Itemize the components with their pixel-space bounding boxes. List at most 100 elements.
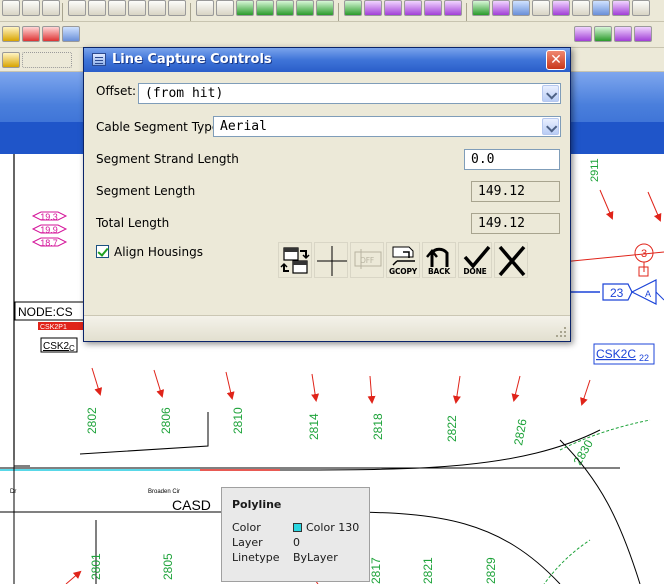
triangle-number: 23: [610, 286, 624, 300]
dialog-titlebar[interactable]: Line Capture Controls ✕: [84, 48, 570, 72]
row2-number: 2821: [421, 557, 435, 584]
toolbar-button[interactable]: [216, 0, 234, 16]
cable-segment-type-combo[interactable]: Aerial: [213, 116, 561, 137]
off-button-label: OFF: [360, 256, 374, 265]
crosshair-icon: [317, 246, 347, 276]
stack-value-1: 19.3: [40, 212, 58, 222]
toolbar-button[interactable]: [492, 0, 510, 16]
toolbar-button[interactable]: [512, 0, 530, 16]
row1-number: 2822: [445, 415, 459, 442]
toolbar-button[interactable]: [42, 26, 60, 42]
toolbar-button[interactable]: [196, 0, 214, 16]
swap-button[interactable]: [278, 242, 312, 278]
stack-value-2: 19.9: [40, 225, 58, 235]
toolbar-button[interactable]: [22, 0, 40, 16]
top-number: 2911: [589, 158, 601, 182]
align-housings-checkbox[interactable]: [96, 245, 109, 258]
tooltip-value: Color 130: [306, 521, 360, 534]
lot-line: [79, 412, 209, 455]
dialog-status-bar: [84, 315, 570, 341]
toolbar-button[interactable]: [384, 0, 402, 16]
toolbar-button[interactable]: [2, 26, 20, 42]
toolbar-button[interactable]: [634, 26, 652, 42]
close-icon[interactable]: ✕: [546, 50, 566, 70]
toolbar-button[interactable]: [88, 0, 106, 16]
off-button[interactable]: OFF: [350, 242, 384, 278]
toolbar-row-1: [0, 0, 664, 22]
chevron-down-icon[interactable]: [542, 85, 559, 102]
segment-strand-length-label: Segment Strand Length: [96, 152, 239, 166]
toolbar-button[interactable]: [68, 0, 86, 16]
cancel-button[interactable]: [494, 242, 528, 278]
toolbar-separator: [62, 3, 63, 21]
drawing-arrow: [599, 189, 614, 220]
row2-number: 2829: [484, 557, 498, 584]
tooltip-title: Polyline: [232, 498, 282, 511]
toolbar-button[interactable]: [614, 26, 632, 42]
toolbar-button[interactable]: [276, 0, 294, 16]
row2-number: 2805: [161, 553, 175, 580]
toolbar-button[interactable]: [364, 0, 382, 16]
toolbar-button[interactable]: [444, 0, 462, 16]
toolbar-button[interactable]: [592, 0, 610, 16]
toolbar-button[interactable]: [532, 0, 550, 16]
blue-cable-line: [655, 291, 664, 301]
segment-strand-length-input[interactable]: 0.0: [464, 149, 560, 170]
tooltip-key: Linetype: [232, 551, 280, 564]
total-length-value: 149.12: [471, 213, 560, 234]
road-edge: [13, 444, 30, 467]
toolbar-button[interactable]: [296, 0, 314, 16]
toolbar-button[interactable]: [108, 0, 126, 16]
cable-segment-type-label: Cable Segment Type: [96, 120, 220, 134]
cable-segment-type-value: Aerial: [220, 119, 267, 134]
row2-number: 2817: [369, 557, 383, 584]
toolbar-button[interactable]: [22, 26, 40, 42]
toolbar-button[interactable]: [612, 0, 630, 16]
toolbar-button[interactable]: [472, 0, 490, 16]
csk2p-label: CSK2P1: [40, 324, 67, 331]
back-button[interactable]: BACK: [422, 242, 456, 278]
toolbar-button[interactable]: [62, 26, 80, 42]
toolbar-button[interactable]: [2, 0, 20, 16]
toolbar-button[interactable]: [572, 0, 590, 16]
toolbar-separator: [190, 3, 191, 21]
road-curve: [279, 429, 601, 471]
value-stack: 19.3 19.9 18.7: [31, 211, 68, 248]
toolbar-button[interactable]: [2, 52, 20, 68]
tooltip-key: Color: [232, 521, 261, 534]
offset-value: (from hit): [145, 86, 224, 101]
toolbar-button[interactable]: [632, 0, 650, 16]
toolbar-button[interactable]: [574, 26, 592, 42]
csk2c-label: CSK2C: [596, 347, 636, 361]
done-button-label: DONE: [463, 267, 487, 276]
toolbar-button[interactable]: [148, 0, 166, 16]
toolbar-button[interactable]: [42, 0, 60, 16]
small-label: Dr: [10, 489, 16, 495]
toolbar-button[interactable]: [316, 0, 334, 16]
toolbar-button[interactable]: [236, 0, 254, 16]
toolbar-button[interactable]: [256, 0, 274, 16]
toolbar-button[interactable]: [168, 0, 186, 16]
toolbar-button[interactable]: [344, 0, 362, 16]
toolbar-button[interactable]: [128, 0, 146, 16]
gcopy-button[interactable]: GCOPY: [386, 242, 420, 278]
toolbar-button[interactable]: [424, 0, 442, 16]
resize-grip-icon[interactable]: [556, 327, 567, 338]
tooltip-key: Layer: [232, 536, 263, 549]
toolbar-separator: [338, 3, 339, 21]
toolbar-button[interactable]: [594, 26, 612, 42]
crosshair-button[interactable]: [314, 242, 348, 278]
offset-combo[interactable]: (from hit): [138, 83, 561, 104]
csk2c-sub: 22: [639, 353, 649, 363]
toolbar-button[interactable]: [552, 0, 570, 16]
done-button[interactable]: DONE: [458, 242, 492, 278]
toolbar-button[interactable]: [404, 0, 422, 16]
small-label: Broaden Cir: [148, 489, 180, 495]
dialog-app-icon: [92, 53, 106, 66]
close-x-icon: [498, 245, 526, 277]
green-dashed-line: [541, 539, 591, 587]
toolbar-combo[interactable]: [22, 52, 72, 68]
chevron-down-icon[interactable]: [542, 118, 559, 135]
back-button-label: BACK: [427, 267, 451, 276]
gcopy-button-label: GCOPY: [389, 267, 417, 276]
